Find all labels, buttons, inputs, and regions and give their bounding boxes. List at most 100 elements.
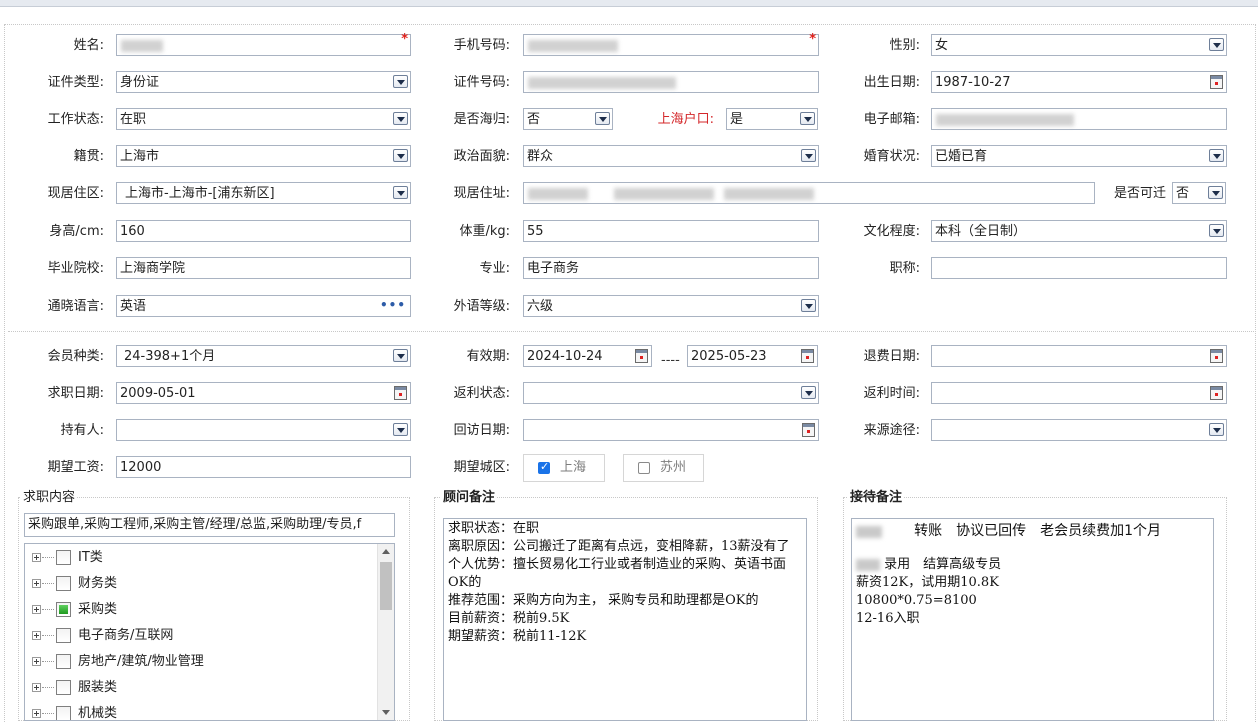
sh-hukou-select[interactable]: 是	[726, 108, 818, 130]
tree-node-it[interactable]: IT类	[25, 546, 375, 572]
tree-checkbox[interactable]	[56, 680, 71, 695]
consultant-notes-textarea[interactable]: 求职状态：在职 离职原因：公司搬迁了距离有点远，变相降薪，13薪没有了 个人优势…	[443, 518, 807, 721]
chevron-down-icon[interactable]	[393, 186, 408, 199]
expand-icon[interactable]	[32, 605, 41, 614]
more-icon[interactable]: •••	[380, 296, 406, 314]
language-field[interactable]: 英语 •••	[116, 295, 411, 317]
expand-icon[interactable]	[32, 579, 41, 588]
calendar-icon[interactable]	[1210, 349, 1223, 363]
lang-level-select[interactable]: 六级	[523, 295, 819, 317]
height-value: 160	[120, 224, 145, 239]
id-no-field[interactable]	[523, 71, 819, 93]
chevron-down-icon[interactable]	[393, 149, 408, 162]
rebate-time-field[interactable]	[931, 382, 1227, 404]
tree-checkbox[interactable]	[56, 706, 71, 720]
reception-notes-textarea[interactable]: 转账 协议已回传 老会员续费加1个月 录用 结算高级专员 薪资12K，试用期10…	[851, 518, 1214, 721]
refund-date-field[interactable]	[931, 345, 1227, 367]
rebate-status-select[interactable]	[523, 382, 819, 404]
weight-field[interactable]: 55	[523, 220, 819, 242]
source-select[interactable]	[931, 419, 1227, 441]
address-field[interactable]	[523, 182, 1095, 204]
education-select[interactable]: 本科（全日制）	[931, 220, 1227, 242]
calendar-icon[interactable]	[802, 423, 815, 437]
chevron-down-icon[interactable]	[800, 112, 815, 125]
tree-checkbox[interactable]	[56, 550, 71, 565]
scroll-thumb[interactable]	[380, 562, 392, 610]
expand-icon[interactable]	[32, 709, 41, 718]
scroll-up-icon[interactable]	[382, 549, 390, 554]
political-select[interactable]: 群众	[523, 145, 819, 167]
name-field[interactable]: *	[116, 32, 411, 56]
date-range-separator: ----	[661, 353, 680, 368]
chevron-down-icon[interactable]	[1209, 224, 1224, 237]
expand-icon[interactable]	[32, 683, 41, 692]
checkbox-unchecked-icon[interactable]	[638, 462, 650, 474]
expand-icon[interactable]	[32, 553, 41, 562]
chevron-down-icon[interactable]	[1209, 423, 1224, 436]
chevron-down-icon[interactable]	[1209, 149, 1224, 162]
tree-checkbox[interactable]	[56, 654, 71, 669]
city-checkbox-suzhou[interactable]: 苏州	[623, 454, 704, 482]
chevron-down-icon[interactable]	[393, 75, 408, 88]
chevron-down-icon[interactable]	[393, 112, 408, 125]
relocate-select[interactable]: 否	[1172, 182, 1226, 204]
phone-field[interactable]: *	[523, 32, 819, 56]
tree-checkbox[interactable]	[56, 576, 71, 591]
section-divider	[8, 331, 1254, 332]
birth-date-field[interactable]: 1987-10-27	[931, 71, 1227, 93]
tree-node-label: 房地产/建筑/物业管理	[78, 654, 204, 669]
chevron-down-icon[interactable]	[1209, 38, 1224, 51]
tree-checkbox[interactable]	[56, 628, 71, 643]
expand-icon[interactable]	[32, 657, 41, 666]
tree-connector	[42, 713, 54, 714]
chevron-down-icon[interactable]	[393, 349, 408, 362]
marital-select[interactable]: 已婚已育	[931, 145, 1227, 167]
expand-icon[interactable]	[32, 631, 41, 640]
job-date-field[interactable]: 2009-05-01	[116, 382, 411, 404]
valid-to-field[interactable]: 2025-05-23	[687, 345, 818, 367]
job-date-value: 2009-05-01	[120, 386, 196, 401]
tree-node-machinery[interactable]: 机械类	[25, 702, 375, 721]
job-summary-field[interactable]: 采购跟单,采购工程师,采购主管/经理/总监,采购助理/专员,f	[24, 513, 395, 537]
tree-scrollbar[interactable]	[377, 544, 394, 720]
visit-date-field[interactable]	[523, 419, 819, 441]
school-field[interactable]: 上海商学院	[116, 257, 411, 279]
scroll-down-icon[interactable]	[382, 710, 390, 715]
tree-node-label: 机械类	[78, 706, 118, 721]
tree-node-ecommerce[interactable]: 电子商务/互联网	[25, 624, 375, 650]
chevron-down-icon[interactable]	[393, 423, 408, 436]
gender-select[interactable]: 女	[931, 34, 1227, 56]
checkbox-checked-icon[interactable]	[538, 460, 550, 474]
tree-node-realestate[interactable]: 房地产/建筑/物业管理	[25, 650, 375, 676]
holder-select[interactable]	[116, 419, 411, 441]
email-field[interactable]	[931, 108, 1227, 130]
city-checkbox-shanghai[interactable]: 上海	[523, 454, 605, 482]
relocate-value: 否	[1176, 186, 1190, 201]
native-label: 籍贯:	[73, 149, 104, 164]
title-field[interactable]	[931, 257, 1227, 279]
valid-from-field[interactable]: 2024-10-24	[523, 345, 652, 367]
calendar-icon[interactable]	[635, 349, 648, 363]
calendar-icon[interactable]	[394, 386, 407, 400]
chevron-down-icon[interactable]	[801, 386, 816, 399]
member-type-select[interactable]: 24-398+1个月	[116, 345, 411, 367]
tree-checkbox-partial[interactable]	[56, 602, 71, 617]
tree-node-finance[interactable]: 财务类	[25, 572, 375, 598]
work-status-select[interactable]: 在职	[116, 108, 411, 130]
chevron-down-icon[interactable]	[801, 299, 816, 312]
area-select[interactable]: 上海市-上海市-[浦东新区]	[116, 182, 411, 204]
id-type-select[interactable]: 身份证	[116, 71, 411, 93]
calendar-icon[interactable]	[1210, 75, 1223, 89]
native-select[interactable]: 上海市	[116, 145, 411, 167]
calendar-icon[interactable]	[1210, 386, 1223, 400]
tree-node-apparel[interactable]: 服装类	[25, 676, 375, 702]
tree-node-purchasing[interactable]: 采购类	[25, 598, 375, 624]
height-field[interactable]: 160	[116, 220, 411, 242]
calendar-icon[interactable]	[801, 349, 814, 363]
chevron-down-icon[interactable]	[1208, 186, 1223, 199]
chevron-down-icon[interactable]	[595, 112, 610, 125]
chevron-down-icon[interactable]	[801, 149, 816, 162]
returnee-select[interactable]: 否	[523, 108, 613, 130]
salary-field[interactable]: 12000	[116, 456, 411, 478]
major-field[interactable]: 电子商务	[523, 257, 819, 279]
